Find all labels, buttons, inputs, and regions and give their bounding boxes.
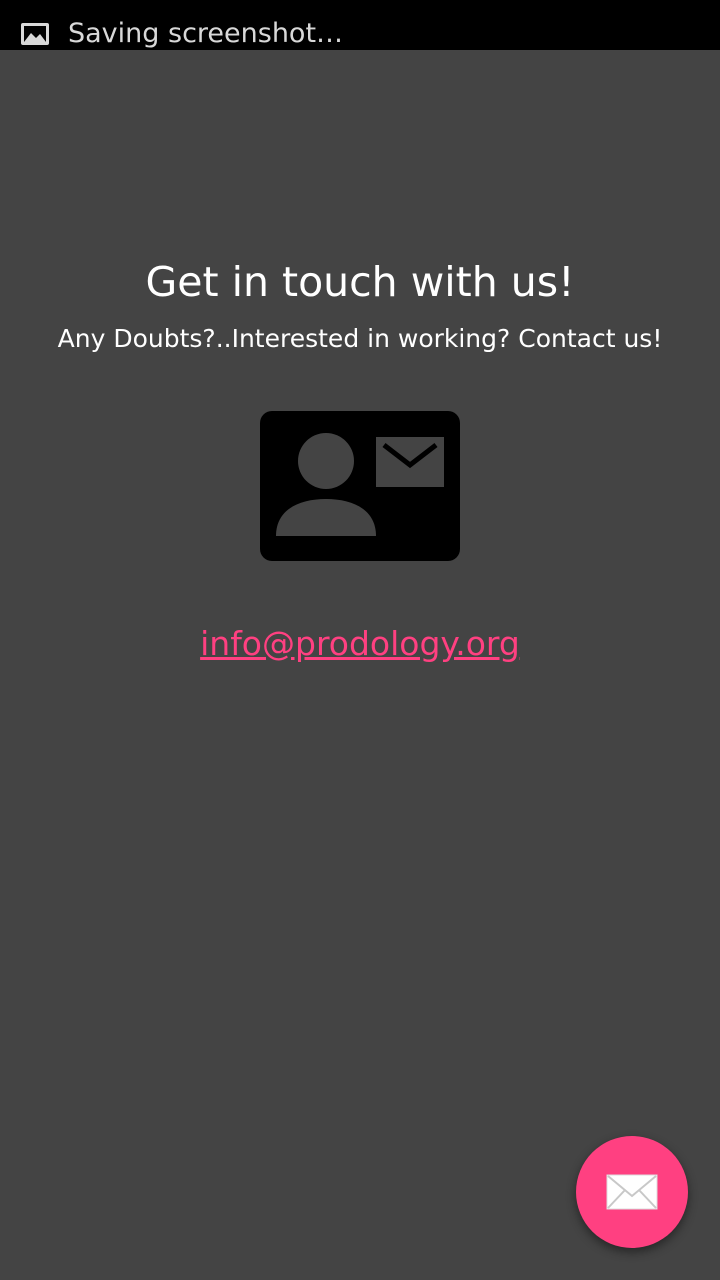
notification-text: Saving screenshot… — [68, 18, 344, 49]
email-link[interactable]: info@prodology.org — [0, 622, 720, 666]
contact-page: Get in touch with us! Any Doubts?..Inter… — [0, 50, 720, 1280]
page-subtitle: Any Doubts?..Interested in working? Cont… — [57, 324, 663, 353]
envelope-icon — [606, 1174, 658, 1210]
image-icon — [20, 22, 50, 46]
page-title: Get in touch with us! — [145, 258, 575, 306]
status-bar: Saving screenshot… — [0, 0, 720, 50]
contact-mail-icon — [260, 411, 460, 561]
send-email-button[interactable] — [576, 1136, 688, 1248]
